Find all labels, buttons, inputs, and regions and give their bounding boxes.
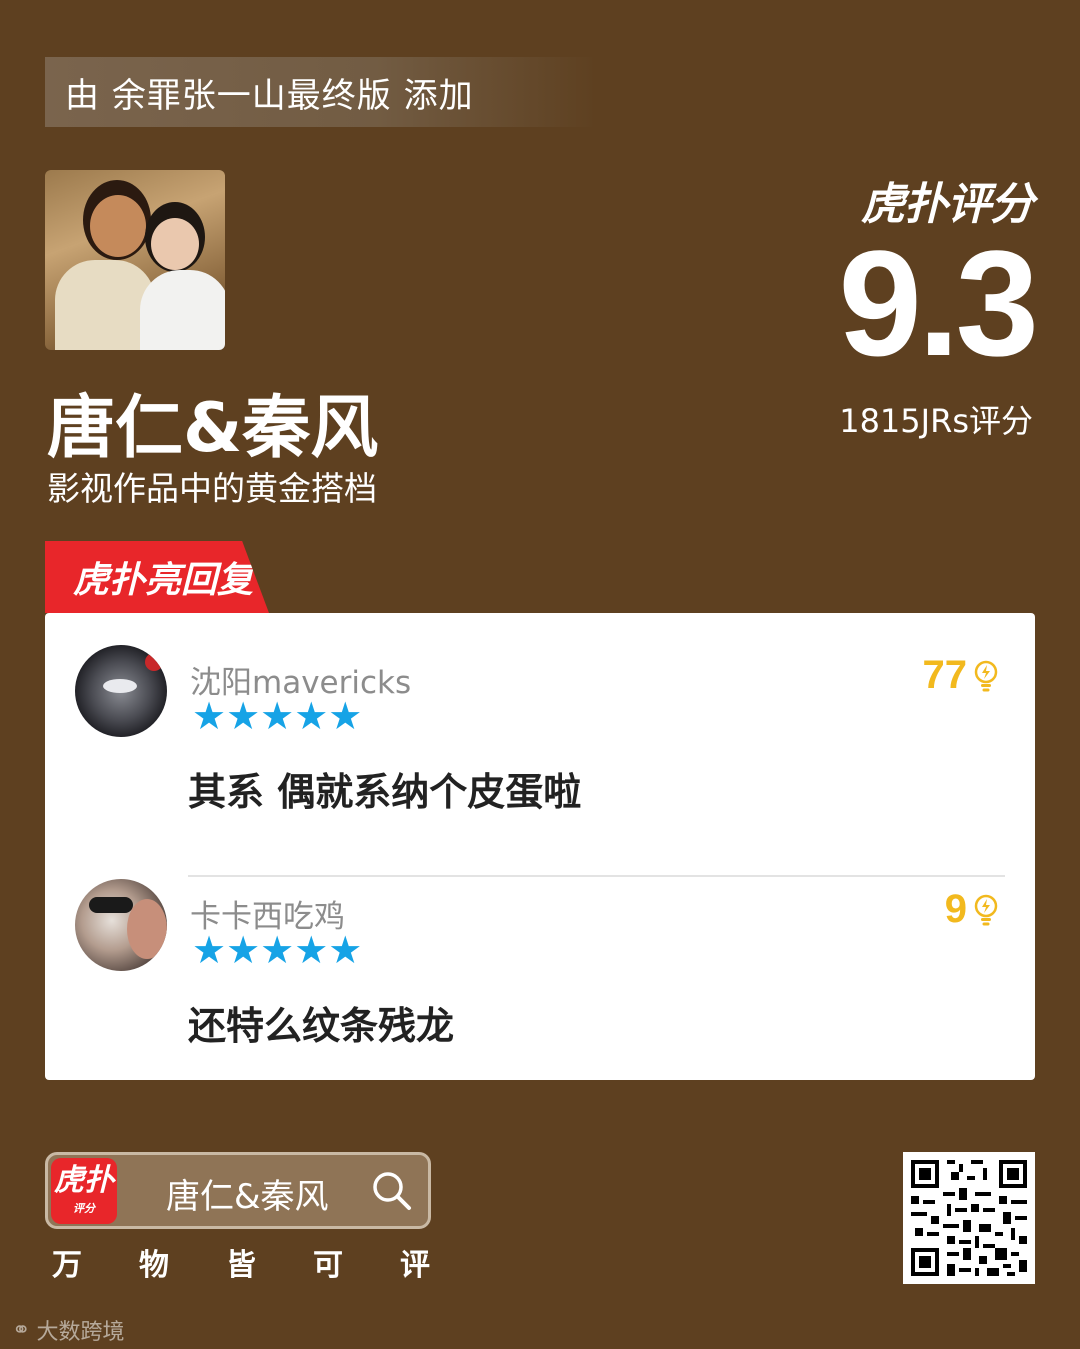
replies-card: 沈阳mavericks ★★★★★ 77 其系 偶就系纳个皮蛋啦 卡卡西吃鸡 ★… [45, 613, 1035, 1080]
star-rating-icon: ★★★★★ [192, 928, 363, 972]
like-button[interactable]: 9 [945, 887, 999, 932]
lightbulb-icon [974, 894, 998, 925]
slogan-char: 可 [313, 1248, 343, 1283]
added-by-banner: 由 余罪张一山最终版 添加 [45, 57, 597, 127]
watermark-text: 大数跨境 [36, 1320, 125, 1345]
star-rating-icon: ★★★★★ [192, 694, 363, 738]
app-icon-sublabel: 评分 [73, 1202, 95, 1215]
reply-comment: 其系 偶就系纳个皮蛋啦 [188, 770, 582, 814]
page-title: 唐仁&秦风 [47, 389, 379, 468]
added-by-prefix: 由 [65, 75, 100, 116]
search-query-text[interactable]: 唐仁&秦风 [166, 1169, 329, 1218]
slogan-char: 皆 [226, 1248, 256, 1283]
reply-comment: 还特么纹条残龙 [188, 1004, 455, 1048]
slogan: 万 物 皆 可 评 [52, 1240, 430, 1284]
avatar[interactable] [75, 645, 167, 737]
subject-poster-image [45, 170, 225, 350]
rating-count: 1815JRs评分 [839, 402, 1033, 440]
like-button[interactable]: 77 [923, 653, 1000, 698]
divider [188, 875, 1005, 877]
watermark-logo-icon: ⚭ [12, 1317, 31, 1343]
qr-code-icon [903, 1152, 1035, 1284]
qr-code[interactable] [903, 1152, 1035, 1284]
slogan-char: 万 [52, 1248, 82, 1283]
like-count: 9 [944, 887, 967, 931]
watermark: ⚭ 大数跨境 [12, 1314, 124, 1346]
like-count: 77 [922, 653, 968, 697]
added-by-suffix: 添加 [403, 75, 474, 116]
slogan-char: 物 [139, 1248, 169, 1283]
added-by-user[interactable]: 余罪张一山最终版 [112, 68, 392, 117]
page-subtitle: 影视作品中的黄金搭档 [47, 469, 377, 508]
hot-replies-tag: 虎扑亮回复 [45, 541, 269, 613]
avatar[interactable] [75, 879, 167, 971]
lightbulb-icon [974, 660, 998, 691]
search-icon[interactable] [370, 1169, 414, 1213]
slogan-char: 评 [400, 1248, 430, 1283]
rating-score: 9.3 [838, 219, 1039, 387]
search-bar[interactable]: 虎扑 评分 唐仁&秦风 [45, 1152, 431, 1229]
hupu-app-icon: 虎扑 评分 [51, 1158, 117, 1224]
app-icon-label: 虎扑 [54, 1163, 114, 1198]
